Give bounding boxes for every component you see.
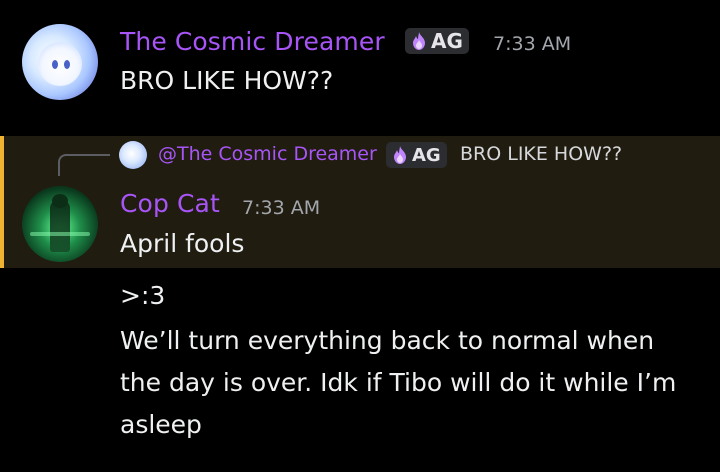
avatar-glow — [30, 232, 90, 236]
avatar-head — [52, 194, 68, 208]
message-text: >:3 — [120, 281, 166, 310]
message-text: the day is over. Idk if Tibo will do it … — [120, 368, 677, 397]
guild-tag-badge[interactable]: AG — [405, 28, 469, 54]
reply-avatar-cosmic-dreamer[interactable] — [119, 141, 147, 169]
avatar-face — [38, 42, 82, 86]
message-group-cosmic-dreamer: The Cosmic Dreamer AG 7:33 AM BRO LIKE H… — [0, 0, 720, 130]
reply-preview-text[interactable]: BRO LIKE HOW?? — [460, 143, 622, 165]
reply-mention[interactable]: @The Cosmic Dreamer — [158, 143, 377, 165]
message-text: We’ll turn everything back to normal whe… — [120, 326, 655, 355]
message-text: April fools — [120, 229, 245, 258]
mention-highlight-bar — [0, 136, 4, 268]
avatar-eye — [64, 60, 70, 69]
reply-spine — [58, 154, 110, 176]
guild-tag-text: AG — [431, 29, 463, 53]
message-text: asleep — [120, 410, 202, 439]
username-cosmic-dreamer[interactable]: The Cosmic Dreamer — [120, 27, 385, 56]
message-text: BRO LIKE HOW?? — [120, 66, 334, 95]
timestamp[interactable]: 7:33 AM — [242, 197, 320, 219]
avatar-eye — [52, 60, 58, 69]
username-cop-cat[interactable]: Cop Cat — [120, 189, 220, 218]
purple-flame-icon — [413, 32, 425, 50]
purple-flame-icon — [394, 146, 406, 164]
avatar-cop-cat[interactable] — [22, 186, 98, 262]
reply-guild-tag-badge[interactable]: AG — [386, 142, 447, 168]
avatar-cosmic-dreamer[interactable] — [22, 24, 98, 100]
reply-guild-tag-text: AG — [412, 144, 441, 166]
timestamp[interactable]: 7:33 AM — [493, 33, 571, 55]
